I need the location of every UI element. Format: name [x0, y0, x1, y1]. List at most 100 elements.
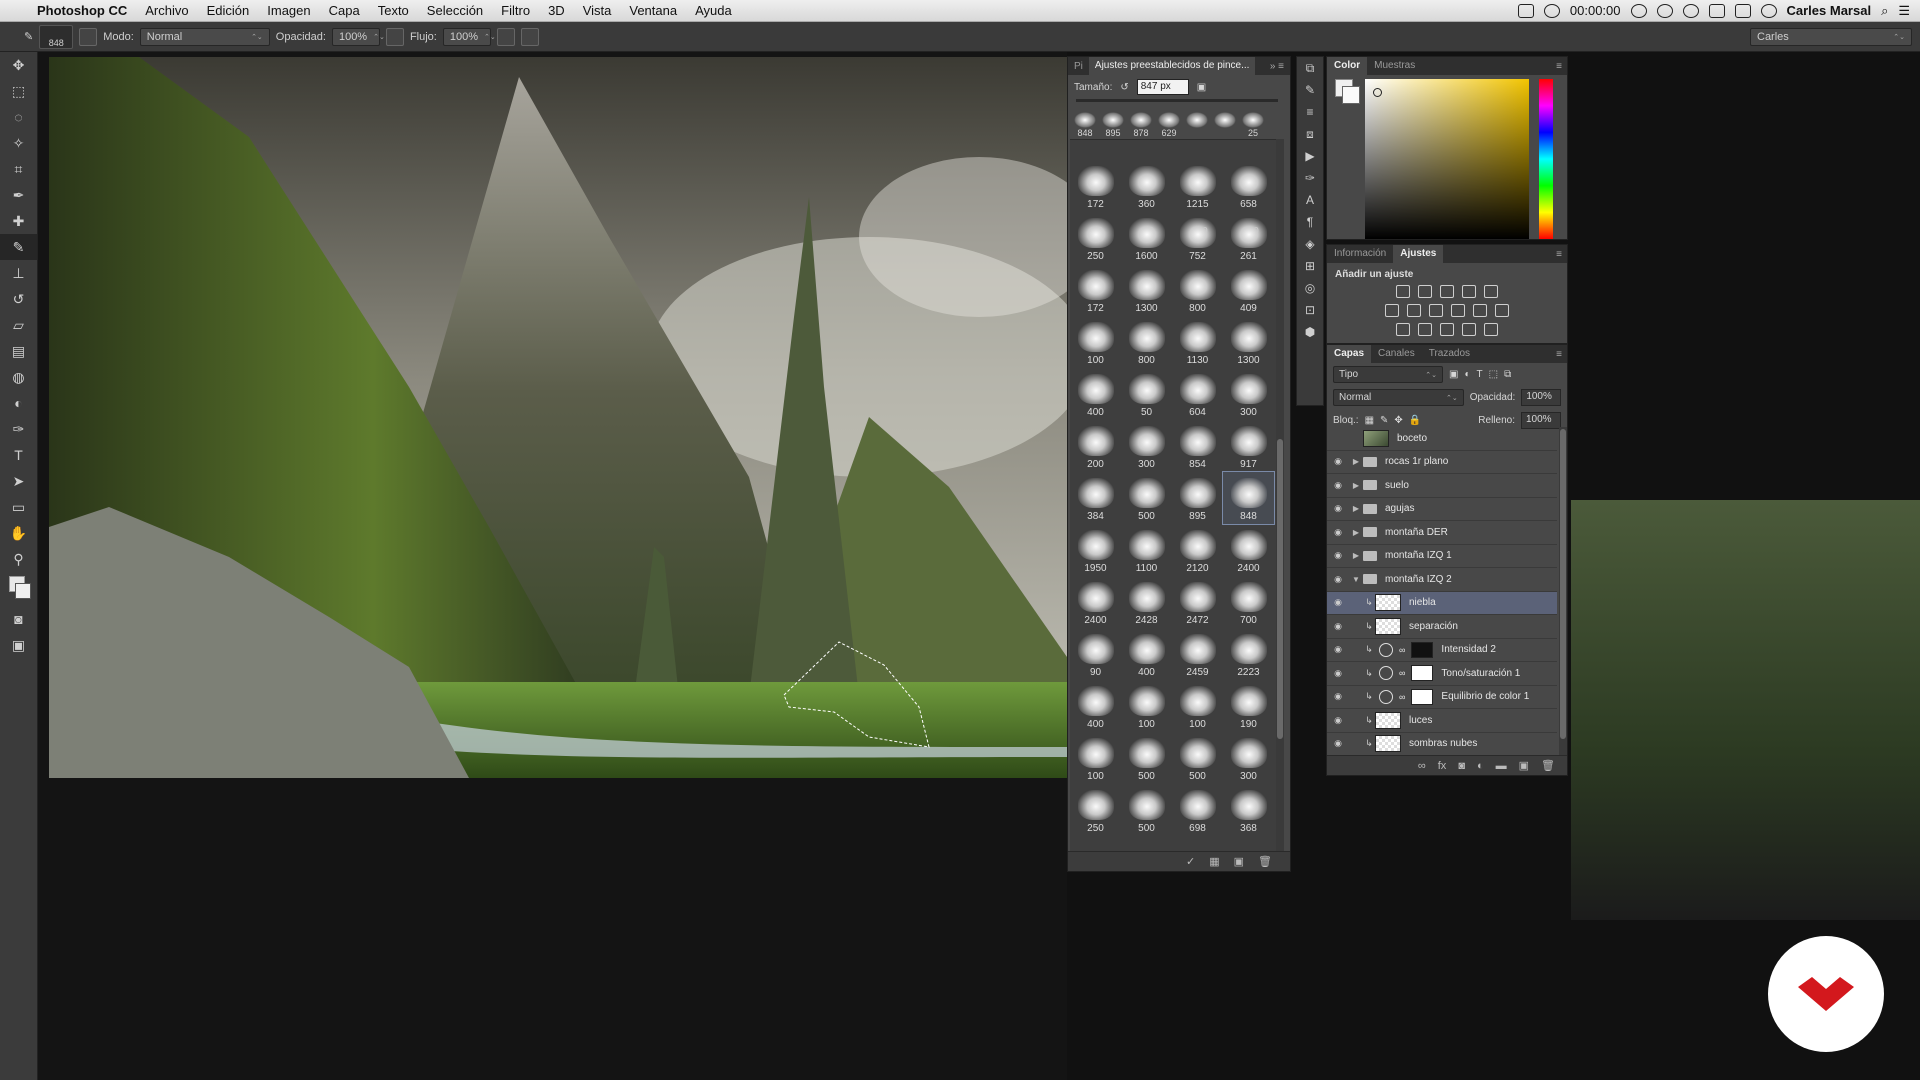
visibility-eye-icon[interactable]: ◉ — [1327, 527, 1349, 538]
visibility-eye-icon[interactable]: ◉ — [1327, 668, 1349, 679]
expand-arrow-icon[interactable]: ▼ — [1349, 575, 1363, 584]
brush-preset[interactable]: 2472 — [1172, 576, 1223, 628]
background-color[interactable] — [15, 583, 31, 599]
history-icon[interactable]: ⧉ — [1297, 57, 1323, 79]
brush-preset[interactable]: 172 — [1070, 160, 1121, 212]
pen-tool-icon[interactable]: ✑ — [0, 416, 37, 442]
layer-row[interactable]: ◉ ↳ niebla — [1327, 591, 1557, 615]
canvas-area[interactable] — [38, 52, 1067, 1080]
brush-preset[interactable]: 895 — [1172, 472, 1223, 524]
expand-arrow-icon[interactable]: ▶ — [1349, 551, 1363, 560]
menu-filtro[interactable]: Filtro — [492, 3, 539, 18]
tab-brush-presets[interactable]: Ajustes preestablecidos de pince... — [1088, 57, 1256, 75]
menu-seleccion[interactable]: Selección — [418, 3, 492, 18]
brush-preset[interactable]: 384 — [1070, 472, 1121, 524]
posterize-icon[interactable] — [1418, 323, 1432, 336]
pressure-size-icon[interactable] — [520, 27, 539, 46]
new-layer-icon[interactable]: ▣ — [1519, 759, 1529, 772]
filter-shape-icon[interactable]: ⬚ — [1489, 369, 1498, 380]
pressure-opacity-icon[interactable] — [385, 27, 404, 46]
layers-panel-menu-icon[interactable]: ≡ — [1556, 349, 1567, 360]
screen-mode-icon[interactable]: ▣ — [0, 632, 37, 658]
link-layers-icon[interactable]: ∞ — [1418, 760, 1426, 772]
quick-select-tool-icon[interactable]: ✧ — [0, 130, 37, 156]
layer-row[interactable]: boceto — [1327, 427, 1557, 451]
visibility-eye-icon[interactable]: ◉ — [1327, 715, 1349, 726]
layer-filter-select[interactable]: Tipo — [1333, 366, 1443, 383]
brush-preset[interactable]: 2400 — [1223, 524, 1274, 576]
visibility-eye-icon[interactable]: ◉ — [1327, 597, 1349, 608]
properties-icon[interactable]: ⊞ — [1297, 255, 1323, 277]
layer-row[interactable]: ◉ ▶ montaña IZQ 1 — [1327, 545, 1557, 568]
brush-tool-icon[interactable]: ✎ — [24, 30, 33, 43]
tab-paths[interactable]: Trazados — [1422, 345, 1477, 363]
brush-preset[interactable]: 700 — [1223, 576, 1274, 628]
brush-preset[interactable]: 1600 — [1121, 212, 1172, 264]
new-group-icon[interactable]: ▬ — [1496, 760, 1507, 772]
color-swatches[interactable] — [0, 572, 37, 606]
actions-icon[interactable]: ▶ — [1297, 145, 1323, 167]
menu-vista[interactable]: Vista — [574, 3, 621, 18]
brush-preset[interactable]: 250 — [1070, 784, 1121, 836]
stamp-tool-icon[interactable]: ⊥ — [0, 260, 37, 286]
brush-preset[interactable]: 100 — [1121, 680, 1172, 732]
brush-preset[interactable]: 800 — [1121, 316, 1172, 368]
brush-preset[interactable]: 1300 — [1223, 316, 1274, 368]
brush-preset[interactable]: 2223 — [1223, 628, 1274, 680]
tab-pinceles[interactable]: Pi — [1068, 61, 1089, 72]
volume-icon[interactable] — [1708, 3, 1725, 18]
expand-arrow-icon[interactable]: ▶ — [1349, 481, 1363, 490]
color-lookup-icon[interactable] — [1495, 304, 1509, 317]
brush-preset[interactable]: 1950 — [1070, 524, 1121, 576]
filter-smart-icon[interactable]: ⧉ — [1504, 369, 1511, 380]
expand-arrow-icon[interactable]: ▶ — [1349, 528, 1363, 537]
new-brush-icon[interactable]: ▣ — [1234, 855, 1244, 868]
layer-row[interactable]: ◉ ▶ montaña DER — [1327, 521, 1557, 545]
tab-info[interactable]: Información — [1327, 245, 1393, 263]
lock-all-icon[interactable]: 🔒 — [1409, 415, 1421, 426]
eyedropper-tool-icon[interactable]: ✒ — [0, 182, 37, 208]
brush-preset[interactable]: 848 — [1222, 471, 1275, 525]
brush-preset[interactable]: 190 — [1223, 680, 1274, 732]
lasso-tool-icon[interactable]: ◌ — [0, 104, 37, 130]
brush-preset[interactable]: 917 — [1223, 420, 1274, 472]
brush-preset[interactable]: 500 — [1121, 784, 1172, 836]
layer-mask-thumbnail[interactable] — [1411, 665, 1434, 682]
workspace-select[interactable]: Carles — [1750, 27, 1912, 46]
brush-scroll-thumb[interactable] — [1277, 439, 1283, 739]
delete-layer-icon[interactable]: 🗑 — [1541, 759, 1555, 772]
new-preset-icon[interactable]: ▣ — [1197, 82, 1206, 93]
brush-preset[interactable]: 100 — [1172, 680, 1223, 732]
lock-move-icon[interactable]: ✥ — [1394, 415, 1402, 426]
layers-scroll-thumb[interactable] — [1560, 429, 1566, 739]
shape-tool-icon[interactable]: ▭ — [0, 494, 37, 520]
brush-preset[interactable]: 2120 — [1172, 524, 1223, 576]
invert-icon[interactable] — [1396, 323, 1410, 336]
color-fg-bg[interactable] — [1335, 79, 1360, 104]
layer-opacity-input[interactable]: 100% — [1521, 389, 1561, 406]
fx-icon[interactable]: fx — [1438, 760, 1447, 772]
color-balance-icon[interactable] — [1407, 304, 1421, 317]
visibility-eye-icon[interactable]: ◉ — [1327, 480, 1349, 491]
crop-tool-icon[interactable]: ⌗ — [0, 156, 37, 182]
brush-preset[interactable]: 300 — [1121, 420, 1172, 472]
visibility-eye-icon[interactable]: ◉ — [1327, 621, 1349, 632]
flow-field[interactable]: 100% — [442, 27, 491, 46]
brush-preset[interactable]: 800 — [1172, 264, 1223, 316]
brush-preset[interactable]: 172 — [1070, 264, 1121, 316]
menu-imagen[interactable]: Imagen — [258, 3, 319, 18]
exposure-icon[interactable] — [1462, 285, 1476, 298]
move-tool-icon[interactable]: ✥ — [0, 52, 37, 78]
recent-brush[interactable]: 25 — [1242, 112, 1264, 138]
brush-preset[interactable]: 500 — [1121, 732, 1172, 784]
healing-tool-icon[interactable]: ✚ — [0, 208, 37, 234]
new-adjustment-icon[interactable]: ◐ — [1477, 760, 1484, 772]
filter-type-icon[interactable]: T — [1477, 369, 1483, 380]
brush-tool-icon-side[interactable]: ✎ — [0, 234, 37, 260]
brush-preset[interactable]: 1215 — [1172, 160, 1223, 212]
tool-presets-icon[interactable]: ✑ — [1297, 167, 1323, 189]
layer-mask-thumbnail[interactable] — [1411, 688, 1434, 705]
selective-color-icon[interactable] — [1462, 323, 1476, 336]
brush-preset[interactable]: 500 — [1121, 472, 1172, 524]
menu-texto[interactable]: Texto — [369, 3, 418, 18]
